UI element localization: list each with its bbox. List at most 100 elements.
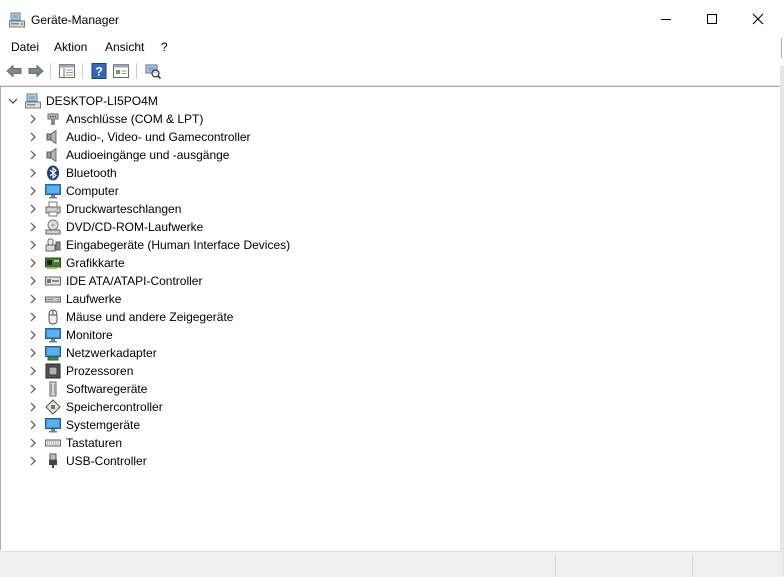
menu-help[interactable]: ? <box>161 40 168 54</box>
optical-drive-icon <box>45 219 61 235</box>
chevron-right-icon[interactable] <box>28 204 38 214</box>
chevron-down-icon[interactable] <box>8 96 18 106</box>
bluetooth-icon <box>45 165 61 181</box>
tree-item[interactable]: Mäuse und andere Zeigegeräte <box>1 308 501 326</box>
chevron-right-icon[interactable] <box>28 348 38 358</box>
properties-button[interactable] <box>112 62 130 80</box>
menu-bar: Datei Aktion Ansicht ? <box>0 38 782 58</box>
menu-aktion[interactable]: Aktion <box>54 40 87 54</box>
tree-item[interactable]: Bluetooth <box>1 164 501 182</box>
maximize-button[interactable] <box>689 0 735 38</box>
close-button[interactable] <box>735 0 781 38</box>
tree-item[interactable]: DVD/CD-ROM-Laufwerke <box>1 218 501 236</box>
keyboard-icon <box>45 435 61 451</box>
forward-button[interactable] <box>27 62 45 80</box>
properties-icon <box>113 64 129 78</box>
chevron-right-icon[interactable] <box>28 438 38 448</box>
tree-item[interactable]: USB-Controller <box>1 452 501 470</box>
help-button[interactable]: ? <box>90 62 108 80</box>
chevron-right-icon[interactable] <box>28 456 38 466</box>
window-edge <box>780 66 784 576</box>
tree-item[interactable]: Audioeingänge und -ausgänge <box>1 146 501 164</box>
tree-item[interactable]: Computer <box>1 182 501 200</box>
console-tree-button[interactable] <box>58 62 76 80</box>
chevron-right-icon[interactable] <box>28 420 38 430</box>
device-manager-app-icon <box>9 12 25 28</box>
tree-item-label: Softwaregeräte <box>66 382 148 396</box>
tree-item[interactable]: Druckwarteschlangen <box>1 200 501 218</box>
menu-ansicht[interactable]: Ansicht <box>105 40 144 54</box>
title-bar[interactable]: Geräte-Manager <box>0 0 782 38</box>
chevron-right-icon[interactable] <box>28 276 38 286</box>
speaker-icon <box>45 129 61 145</box>
tree-root[interactable]: DESKTOP-LI5PO4M <box>1 92 401 110</box>
chevron-right-icon[interactable] <box>28 402 38 412</box>
tree-item[interactable]: Systemgeräte <box>1 416 501 434</box>
printer-icon <box>45 201 61 217</box>
toolbar: ? <box>0 58 782 86</box>
speaker-icon <box>45 147 61 163</box>
processor-icon <box>45 363 61 379</box>
chevron-right-icon[interactable] <box>28 222 38 232</box>
tree-item-label: Anschlüsse (COM & LPT) <box>66 112 204 126</box>
device-manager-window: Geräte-Manager Datei Aktion Ansicht ? ? … <box>0 0 784 577</box>
tree-item-label: Mäuse und andere Zeigegeräte <box>66 310 234 324</box>
software-device-icon <box>45 381 61 397</box>
chevron-right-icon[interactable] <box>28 240 38 250</box>
forward-arrow-icon <box>28 64 44 78</box>
chevron-right-icon[interactable] <box>28 384 38 394</box>
computer-root-icon <box>25 93 41 109</box>
tree-item-label: Speichercontroller <box>66 400 163 414</box>
chevron-right-icon[interactable] <box>28 294 38 304</box>
tree-item-label: Audio-, Video- und Gamecontroller <box>66 130 251 144</box>
tree-item-label: Laufwerke <box>66 292 122 306</box>
chevron-right-icon[interactable] <box>28 114 38 124</box>
tree-item-label: Druckwarteschlangen <box>66 202 182 216</box>
back-arrow-icon <box>6 64 22 78</box>
chevron-right-icon[interactable] <box>28 186 38 196</box>
tree-root-label: DESKTOP-LI5PO4M <box>46 94 158 108</box>
status-pane <box>555 555 556 577</box>
menu-datei[interactable]: Datei <box>11 40 39 54</box>
device-tree[interactable]: DESKTOP-LI5PO4M Anschlüsse (COM & LPT) Au… <box>0 86 780 550</box>
status-pane <box>692 555 693 577</box>
minimize-icon <box>661 19 671 20</box>
back-button[interactable] <box>5 62 23 80</box>
graphics-card-icon <box>45 255 61 271</box>
tree-item[interactable]: Softwaregeräte <box>1 380 501 398</box>
port-icon <box>45 111 61 127</box>
tree-item[interactable]: Prozessoren <box>1 362 501 380</box>
show-hide-console-tree-icon <box>59 64 75 78</box>
chevron-right-icon[interactable] <box>28 312 38 322</box>
tree-item[interactable]: Tastaturen <box>1 434 501 452</box>
tree-item-label: Computer <box>66 184 119 198</box>
minimize-button[interactable] <box>643 0 689 38</box>
tree-item-label: DVD/CD-ROM-Laufwerke <box>66 220 204 234</box>
tree-item[interactable]: IDE ATA/ATAPI-Controller <box>1 272 501 290</box>
chevron-right-icon[interactable] <box>28 150 38 160</box>
tree-item[interactable]: Monitore <box>1 326 501 344</box>
chevron-right-icon[interactable] <box>28 132 38 142</box>
tree-item[interactable]: Speichercontroller <box>1 398 501 416</box>
tree-item-label: USB-Controller <box>66 454 147 468</box>
tree-item[interactable]: Eingabegeräte (Human Interface Devices) <box>1 236 501 254</box>
tree-item[interactable]: Netzwerkadapter <box>1 344 501 362</box>
hid-icon <box>45 237 61 253</box>
toolbar-separator <box>50 63 51 79</box>
tree-item[interactable]: Grafikkarte <box>1 254 501 272</box>
chevron-right-icon[interactable] <box>28 168 38 178</box>
svg-text:?: ? <box>95 65 102 79</box>
chevron-right-icon[interactable] <box>28 330 38 340</box>
scan-hardware-button[interactable] <box>144 62 162 80</box>
tree-item-label: Systemgeräte <box>66 418 141 432</box>
tree-item[interactable]: Laufwerke <box>1 290 501 308</box>
chevron-right-icon[interactable] <box>28 366 38 376</box>
tree-item[interactable]: Anschlüsse (COM & LPT) <box>1 110 501 128</box>
disk-drive-icon <box>45 291 61 307</box>
tree-item-label: Prozessoren <box>66 364 134 378</box>
close-icon <box>752 13 764 25</box>
usb-icon <box>45 453 61 469</box>
tree-item-label: Bluetooth <box>66 166 117 180</box>
chevron-right-icon[interactable] <box>28 258 38 268</box>
tree-item[interactable]: Audio-, Video- und Gamecontroller <box>1 128 501 146</box>
